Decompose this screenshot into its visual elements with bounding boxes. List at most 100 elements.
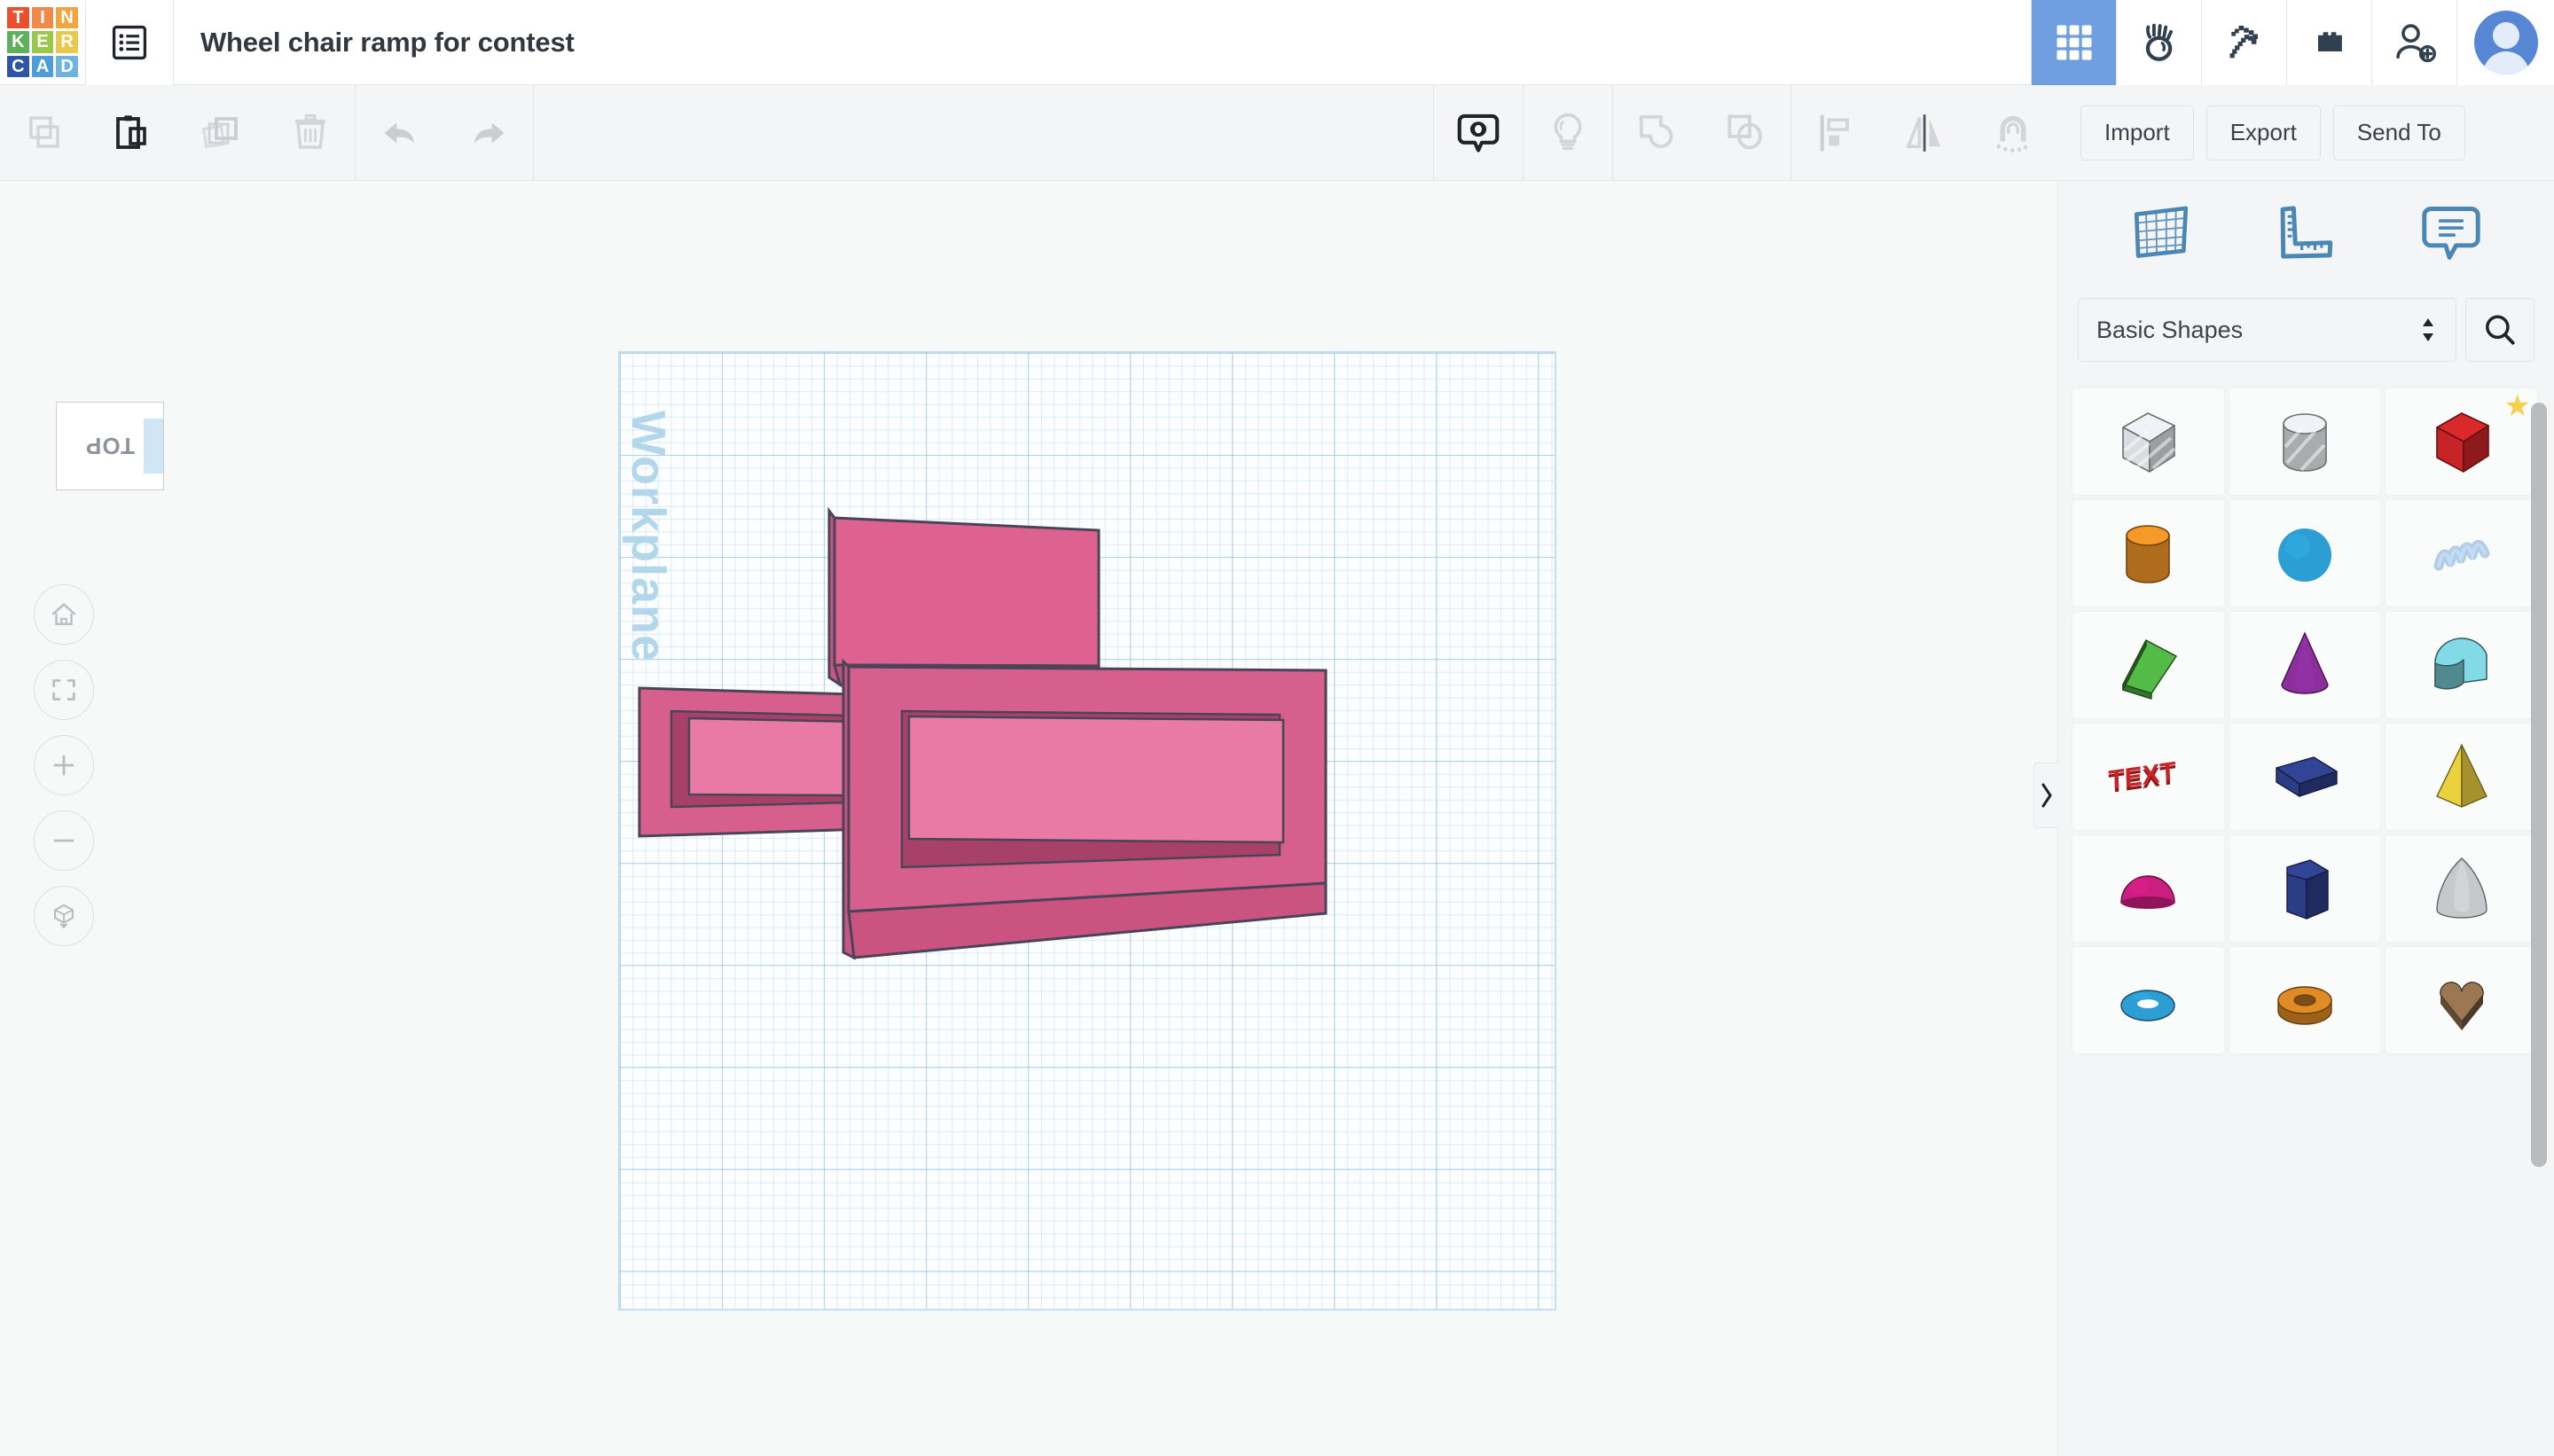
tinkercad-logo[interactable]: TINKERCAD (0, 0, 85, 85)
duplicate-button[interactable] (177, 85, 266, 181)
shape-library-grid: ★ TEXTTEXT (2058, 380, 2554, 1456)
logo-letter-i-1: I (32, 7, 54, 29)
import-button[interactable]: Import (2080, 106, 2194, 160)
shape-panel-scrollbar[interactable] (2531, 403, 2547, 1167)
list-menu-icon (110, 23, 149, 62)
sphere-shape[interactable] (2229, 500, 2381, 607)
hint-button[interactable] (1524, 85, 1612, 181)
minecraft-button[interactable] (2201, 0, 2286, 85)
shapes-panel: Basic Shapes ★ TEXTTEXT (2057, 181, 2554, 1456)
copy-icon (23, 112, 66, 154)
heart-shape[interactable] (2386, 947, 2537, 1053)
group-shapes-icon (1634, 110, 1680, 156)
note-tool-button[interactable] (2418, 200, 2484, 270)
ungroup-button[interactable] (1702, 85, 1790, 181)
cylinder-hole-shape[interactable] (2229, 388, 2381, 495)
shape-category-select[interactable]: Basic Shapes (2078, 298, 2456, 362)
export-button[interactable]: Export (2206, 106, 2321, 160)
shape-search-button[interactable] (2465, 298, 2534, 362)
view-cube[interactable]: TOP (56, 402, 164, 490)
file-actions: Import Export Send To (2057, 85, 2554, 181)
show-hide-eye-icon (1455, 110, 1501, 156)
workplane-tool-button[interactable] (2128, 200, 2194, 270)
scribble-shape[interactable] (2386, 500, 2537, 607)
lego-brick-icon (2307, 20, 2353, 66)
show-hide-button[interactable] (1434, 85, 1523, 181)
align-button[interactable] (1791, 85, 1880, 181)
mirror-button[interactable] (1880, 85, 1969, 181)
zoom-in-icon (49, 750, 79, 780)
roof-shape[interactable] (2386, 612, 2537, 718)
logo-letter-k-3: K (7, 31, 29, 53)
tube-square-shape[interactable] (2229, 724, 2381, 830)
zoom-out-button[interactable] (34, 810, 94, 871)
panel-collapse-button[interactable] (2033, 763, 2058, 828)
view-cube-side-face[interactable] (144, 419, 163, 474)
box-hole-shape[interactable] (2072, 388, 2224, 495)
magnet-snap-icon (1990, 110, 2036, 156)
blocks-button[interactable] (2286, 0, 2371, 85)
mirror-flip-icon (1901, 110, 1947, 156)
polygon-shape[interactable] (2229, 835, 2381, 942)
invite-button[interactable] (2371, 0, 2456, 85)
workplane[interactable]: Workplane (618, 351, 1556, 1311)
torus-shape[interactable] (2072, 947, 2224, 1053)
add-person-icon (2391, 19, 2439, 67)
text-shape[interactable]: TEXTTEXT (2072, 724, 2224, 830)
design-canvas[interactable]: TOP (0, 181, 2057, 1456)
chevron-right-icon (2038, 780, 2056, 810)
half-sphere-shape[interactable] (2072, 835, 2224, 942)
zoom-in-button[interactable] (34, 735, 94, 795)
edit-toolbar (0, 85, 2057, 181)
document-title[interactable]: Wheel chair ramp for contest (200, 27, 575, 59)
clipboard-tool-group (0, 85, 355, 181)
logo-letter-d-8: D (56, 56, 78, 78)
ruler-tool-button[interactable] (2273, 200, 2339, 270)
toolbar-divider-2 (533, 85, 534, 181)
paste-button[interactable] (89, 85, 177, 181)
box-shape[interactable]: ★ (2386, 388, 2537, 495)
shape-category-value: Basic Shapes (2096, 317, 2243, 344)
ortho-perspective-button[interactable] (34, 886, 94, 946)
ungroup-shapes-icon (1723, 110, 1769, 156)
send-to-button[interactable]: Send To (2333, 106, 2465, 160)
ramp-shape-right[interactable] (843, 661, 1326, 958)
avatar (2474, 11, 2538, 74)
panel-tool-icons (2058, 181, 2554, 287)
lightbulb-icon (1545, 110, 1591, 156)
history-tool-group (356, 85, 533, 181)
tinker-button[interactable] (2116, 0, 2201, 85)
copy-button[interactable] (0, 85, 89, 181)
user-avatar-button[interactable] (2456, 0, 2554, 85)
delete-button[interactable] (266, 85, 355, 181)
pyramid-shape[interactable] (2386, 724, 2537, 830)
tube-shape[interactable] (2229, 947, 2381, 1053)
logo-letter-t-0: T (7, 7, 29, 29)
top-bar: TINKERCAD Wheel chair ramp for contest (0, 0, 2554, 85)
redo-button[interactable] (444, 85, 533, 181)
group-button[interactable] (1613, 85, 1702, 181)
stepper-updown-icon (2418, 315, 2438, 345)
design-shapes (620, 353, 1556, 1311)
wedge-shape[interactable] (2072, 612, 2224, 718)
view-nav-buttons (34, 584, 94, 961)
cone-shape[interactable] (2229, 612, 2381, 718)
home-view-button[interactable] (34, 584, 94, 645)
logo-letter-n-2: N (56, 7, 78, 29)
note-callout-icon (2418, 200, 2484, 265)
tinkercad-app: TINKERCAD Wheel chair ramp for contest (0, 0, 2554, 1456)
logo-letter-r-5: R (56, 31, 78, 53)
ramp-shape-top[interactable] (829, 511, 1099, 685)
ruler-icon (2273, 200, 2339, 265)
paraboloid-shape[interactable] (2386, 835, 2537, 942)
fit-view-button[interactable] (34, 660, 94, 720)
workplane-grid-icon (2128, 200, 2194, 265)
project-menu-button[interactable] (85, 0, 174, 85)
undo-button[interactable] (356, 85, 444, 181)
snap-button[interactable] (1969, 85, 2057, 181)
hint-tool-group (1524, 85, 1612, 181)
align-tool-group (1791, 85, 2057, 181)
designs-grid-icon (2051, 20, 2097, 66)
designs-grid-button[interactable] (2031, 0, 2116, 85)
cylinder-shape[interactable] (2072, 500, 2224, 607)
